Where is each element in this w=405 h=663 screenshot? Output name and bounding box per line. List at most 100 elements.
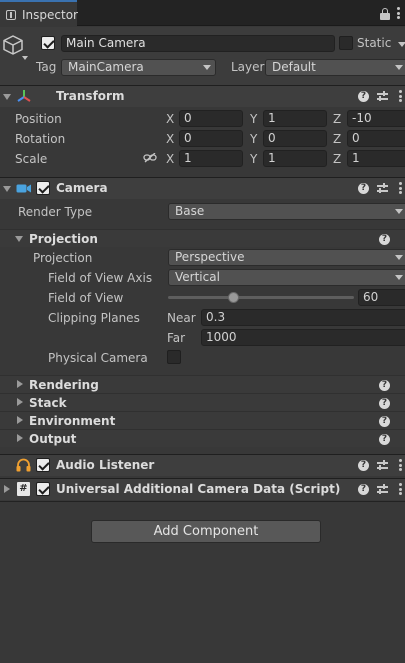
tag-value: MainCamera [68, 60, 144, 74]
camera-header[interactable]: Camera ? [0, 177, 405, 199]
far-label: Far [167, 331, 186, 345]
divider [0, 501, 405, 502]
rotation-x-axis[interactable]: X [166, 131, 174, 147]
environment-section-header[interactable]: Environment ? [0, 411, 405, 429]
projection-section-header[interactable]: Projection ? [0, 229, 405, 247]
script-icon: # [17, 482, 30, 496]
position-label: Position [15, 112, 62, 126]
position-x-field[interactable]: 0 [179, 110, 243, 127]
scale-y-axis[interactable]: Y [250, 151, 257, 167]
headphones-icon [16, 458, 31, 472]
component-menu-icon[interactable] [399, 459, 402, 471]
tab-menu-icon[interactable] [397, 7, 400, 19]
static-checkbox[interactable] [339, 36, 353, 50]
camera-enabled-checkbox[interactable] [36, 181, 50, 195]
help-icon[interactable]: ? [379, 398, 390, 409]
output-section-header[interactable]: Output ? [0, 429, 405, 447]
rendering-section-header[interactable]: Rendering ? [0, 375, 405, 393]
position-z-field[interactable]: -10 [347, 110, 405, 127]
help-icon[interactable]: ? [358, 91, 369, 102]
foldout-arrow-icon[interactable] [3, 186, 11, 192]
chevron-down-icon [395, 65, 403, 70]
presets-icon[interactable] [377, 183, 388, 194]
scale-z-field[interactable]: 1 [347, 150, 405, 167]
component-menu-icon[interactable] [399, 90, 402, 102]
audio-listener-header[interactable]: Audio Listener ? [0, 454, 405, 476]
layer-value: Default [272, 60, 316, 74]
tag-dropdown[interactable]: MainCamera [61, 59, 216, 76]
projection-dropdown[interactable]: Perspective [168, 249, 405, 266]
fov-axis-value: Vertical [175, 270, 220, 284]
fov-label: Field of View [48, 291, 124, 305]
stack-section-header[interactable]: Stack ? [0, 393, 405, 411]
scale-z-axis[interactable]: Z [333, 151, 341, 167]
rotation-x-field[interactable]: 0 [179, 130, 243, 147]
projection-value: Perspective [175, 250, 245, 264]
help-icon[interactable]: ? [358, 183, 369, 194]
fov-axis-dropdown[interactable]: Vertical [168, 269, 405, 286]
transform-header[interactable]: Transform ? [0, 85, 405, 107]
rotation-label: Rotation [15, 132, 66, 146]
urp-camera-data-enabled-checkbox[interactable] [36, 482, 50, 496]
icon-dropdown-arrow[interactable] [22, 56, 28, 60]
physical-camera-checkbox[interactable] [167, 350, 181, 364]
presets-icon[interactable] [377, 91, 388, 102]
render-type-dropdown[interactable]: Base [168, 203, 405, 220]
near-field[interactable]: 0.3 [201, 309, 405, 326]
scale-y-field[interactable]: 1 [263, 150, 327, 167]
help-icon[interactable]: ? [358, 484, 369, 495]
foldout-arrow-icon[interactable] [17, 398, 23, 406]
position-y-axis[interactable]: Y [250, 111, 257, 127]
audio-listener-enabled-checkbox[interactable] [36, 458, 50, 472]
scale-x-axis[interactable]: X [166, 151, 174, 167]
output-section-title: Output [29, 432, 77, 446]
rotation-z-field[interactable]: 0 [347, 130, 405, 147]
position-z-axis[interactable]: Z [333, 111, 341, 127]
fov-slider-thumb[interactable] [227, 292, 239, 303]
scale-label: Scale [15, 152, 48, 166]
component-menu-icon[interactable] [399, 483, 402, 495]
chevron-down-icon [395, 255, 403, 260]
camera-icon [16, 184, 31, 193]
transform-axes-icon [17, 90, 31, 102]
rotation-z-axis[interactable]: Z [333, 131, 341, 147]
layer-dropdown[interactable]: Default [265, 59, 405, 76]
info-icon-dot [10, 12, 12, 18]
environment-section-title: Environment [29, 414, 116, 428]
fov-slider-track[interactable] [168, 296, 354, 299]
rotation-y-axis[interactable]: Y [250, 131, 257, 147]
help-icon[interactable]: ? [379, 380, 390, 391]
foldout-arrow-icon[interactable] [17, 434, 23, 442]
physical-camera-label: Physical Camera [48, 351, 148, 365]
fov-field[interactable]: 60 [358, 289, 405, 306]
static-dropdown-arrow[interactable] [398, 42, 405, 47]
presets-icon[interactable] [377, 484, 388, 495]
far-field[interactable]: 1000 [201, 329, 405, 346]
object-active-checkbox[interactable] [41, 36, 55, 50]
tab-inspector[interactable]: Inspector [0, 0, 78, 27]
rotation-y-field[interactable]: 0 [263, 130, 327, 147]
foldout-arrow-icon[interactable] [15, 236, 23, 242]
help-icon[interactable]: ? [379, 234, 390, 245]
foldout-arrow-icon[interactable] [3, 94, 11, 100]
scale-x-field[interactable]: 1 [179, 150, 243, 167]
foldout-arrow-icon[interactable] [17, 380, 23, 388]
help-icon[interactable]: ? [379, 434, 390, 445]
object-name-field[interactable]: Main Camera [61, 35, 335, 52]
component-menu-icon[interactable] [399, 182, 402, 194]
constrain-proportions-icon[interactable] [143, 153, 157, 163]
help-icon[interactable]: ? [379, 416, 390, 427]
add-component-button[interactable]: Add Component [91, 520, 321, 543]
projection-section-title: Projection [29, 232, 98, 246]
presets-icon[interactable] [377, 460, 388, 471]
near-label: Near [167, 311, 196, 325]
chevron-down-icon [395, 209, 403, 214]
foldout-arrow-icon[interactable] [4, 485, 10, 493]
lock-icon[interactable] [380, 8, 390, 20]
transform-title: Transform [56, 89, 125, 103]
position-y-field[interactable]: 1 [263, 110, 327, 127]
urp-camera-data-header[interactable]: # Universal Additional Camera Data (Scri… [0, 478, 405, 500]
help-icon[interactable]: ? [358, 460, 369, 471]
foldout-arrow-icon[interactable] [17, 416, 23, 424]
position-x-axis[interactable]: X [166, 111, 174, 127]
